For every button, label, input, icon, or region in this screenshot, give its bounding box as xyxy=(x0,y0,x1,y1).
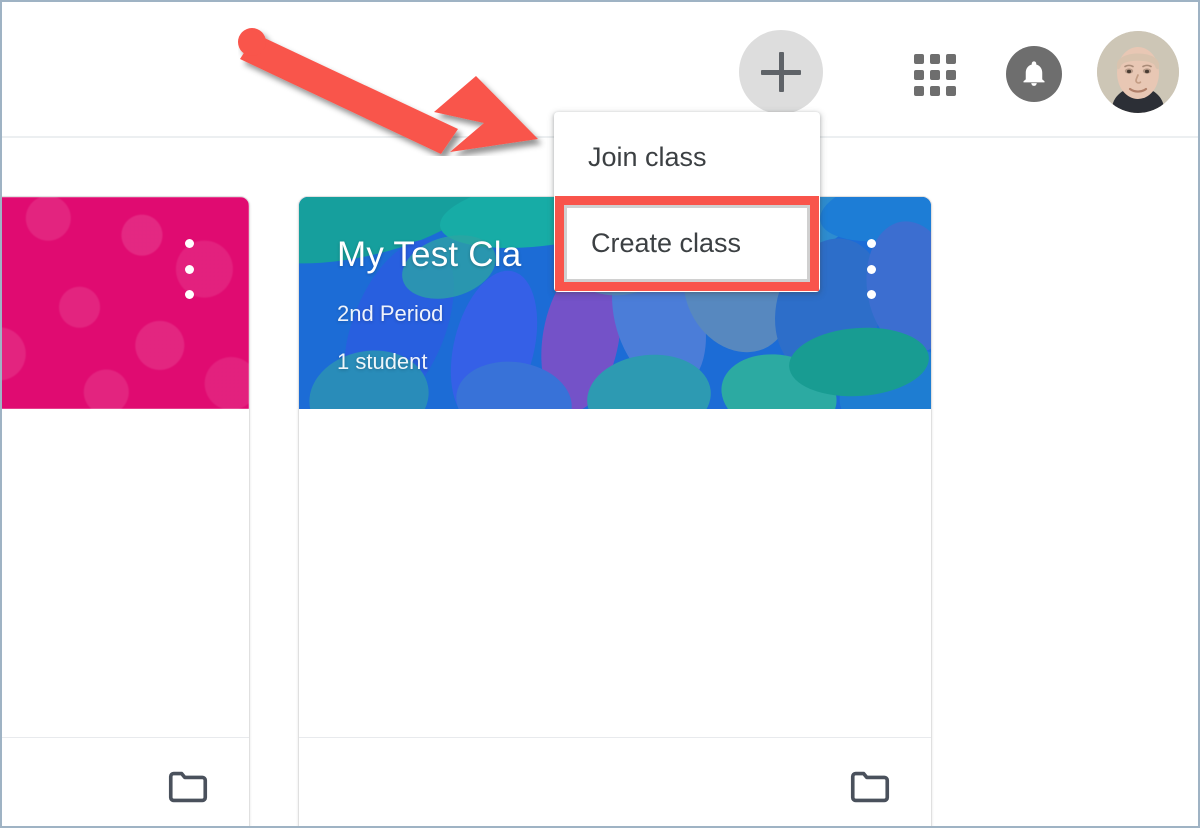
open-drive-folder-button[interactable] xyxy=(847,764,893,810)
card-title: My Test Cla xyxy=(337,235,522,274)
notifications-button[interactable] xyxy=(1006,46,1062,102)
add-class-menu: Join class Create class xyxy=(554,112,820,292)
card-body-pink xyxy=(2,409,249,737)
avatar-photo xyxy=(1097,31,1179,113)
app-window: My Test Cla 2nd Period 1 student Join cl… xyxy=(0,0,1200,828)
add-class-button[interactable] xyxy=(739,30,823,114)
card-footer-pink xyxy=(2,737,249,826)
menu-item-create-class-wrapper: Create class xyxy=(555,196,819,291)
folder-icon xyxy=(168,771,208,803)
account-avatar[interactable] xyxy=(1097,31,1179,113)
menu-item-join-class[interactable]: Join class xyxy=(554,120,820,195)
card-hero-pink xyxy=(2,197,249,409)
card-section: 2nd Period xyxy=(337,301,444,326)
card-body xyxy=(299,409,931,737)
class-card-pink[interactable] xyxy=(2,196,250,826)
bell-icon xyxy=(1023,61,1045,86)
card-footer xyxy=(299,737,931,826)
google-apps-button[interactable] xyxy=(908,48,960,100)
card-overflow-button-pink[interactable] xyxy=(171,239,207,299)
hero-background-pink xyxy=(2,197,249,409)
card-overflow-button[interactable] xyxy=(853,239,889,299)
menu-item-create-class[interactable]: Create class xyxy=(564,205,810,282)
folder-icon xyxy=(850,771,890,803)
card-students: 1 student xyxy=(337,349,428,374)
apps-grid-icon xyxy=(914,54,956,96)
plus-icon xyxy=(761,52,801,92)
open-drive-folder-button-pink[interactable] xyxy=(165,764,211,810)
